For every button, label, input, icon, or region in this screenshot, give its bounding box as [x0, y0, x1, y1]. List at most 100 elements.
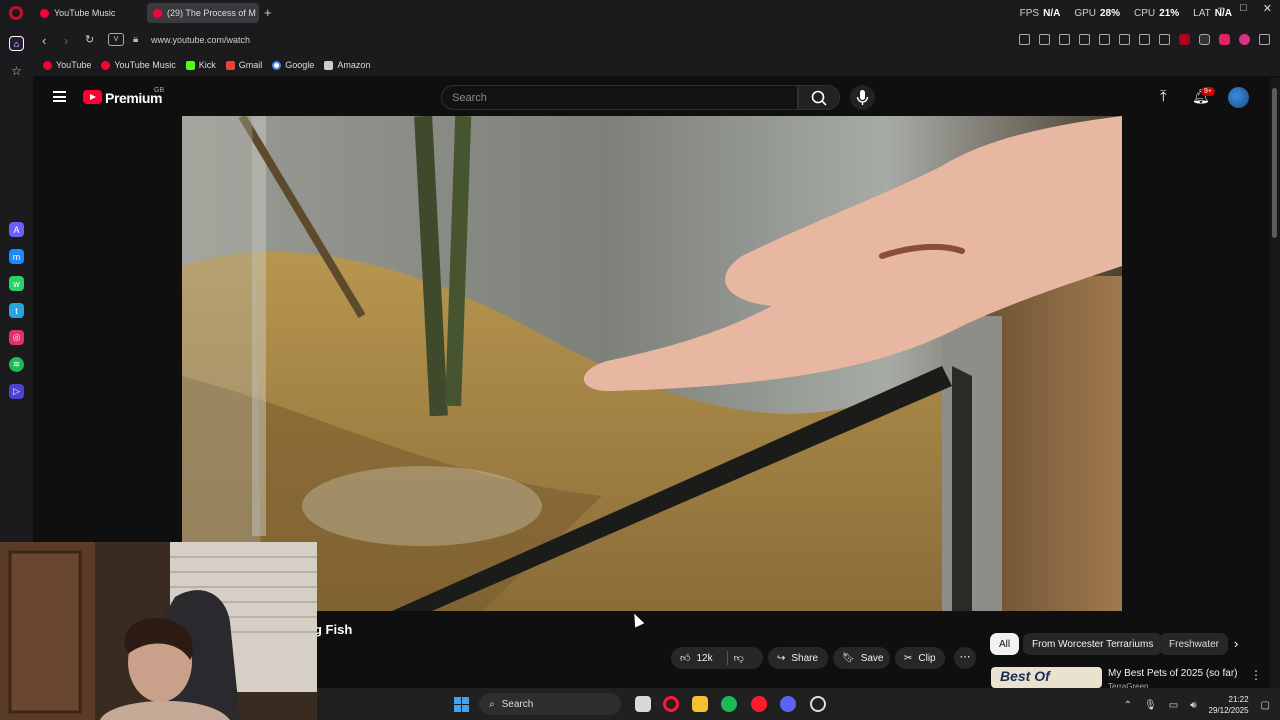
chip-from-worcester-terrariums[interactable]: From Worcester Terrariums — [1023, 633, 1163, 655]
discord-icon[interactable] — [780, 696, 796, 712]
forward-icon[interactable]: › — [64, 33, 68, 48]
gpu-readout: GPU 28% — [1074, 8, 1121, 19]
home-icon[interactable]: ⌂ — [9, 36, 24, 51]
bookmark-icon: 🔖︎ — [842, 652, 855, 664]
telegram-icon[interactable]: t — [9, 303, 24, 318]
opera-taskbar-icon[interactable] — [751, 696, 767, 712]
hamburger-menu-icon[interactable] — [53, 91, 66, 102]
whatsapp-icon[interactable]: w — [9, 276, 24, 291]
windows-start-icon[interactable] — [454, 697, 469, 712]
play-icon[interactable] — [1079, 34, 1090, 45]
network-icon[interactable]: ▭ — [1169, 700, 1178, 711]
clock-time: 21:22 — [1228, 695, 1249, 704]
clip-label: Clip — [918, 652, 936, 664]
more-actions-icon[interactable]: ⋯ — [954, 647, 976, 669]
thumbs-down-icon[interactable]: 👎︎ — [734, 652, 744, 664]
extension-red-icon[interactable] — [1179, 34, 1190, 45]
spotify-taskbar-icon[interactable] — [721, 696, 737, 712]
save-label: Save — [860, 652, 884, 664]
back-icon[interactable]: ‹ — [42, 33, 46, 48]
tray-chevron-icon[interactable]: ⌃ — [1124, 700, 1132, 711]
microphone-tray-icon[interactable]: 🎙︎ — [1144, 700, 1157, 711]
like-count[interactable]: 12k — [696, 653, 712, 664]
clock-date: 29/12/2025 — [1208, 706, 1249, 715]
window-controls: – □ ✕ — [1218, 2, 1272, 15]
search-box[interactable] — [441, 85, 798, 110]
close-icon[interactable]: ✕ — [1263, 2, 1272, 15]
bookmark-kick[interactable]: Kick — [185, 60, 216, 70]
youtube-bookmark-icon — [43, 60, 52, 70]
tab-active-video[interactable]: (29) The Process of M — [147, 3, 259, 23]
clock[interactable]: 21:22 29/12/2025 — [1209, 694, 1249, 716]
taskbar-search-label: Search — [501, 698, 534, 710]
volume-icon[interactable]: 🔊︎ — [1190, 700, 1196, 711]
youtube-logo-icon[interactable] — [83, 90, 102, 104]
region-code: GB — [154, 87, 165, 94]
camera-icon[interactable] — [1039, 34, 1050, 45]
recommendation-menu-icon[interactable]: ⋮ — [1250, 668, 1262, 682]
like-divider — [726, 651, 728, 665]
maximize-icon[interactable]: □ — [1240, 2, 1247, 15]
video-player[interactable] — [182, 116, 1122, 611]
player-icon[interactable]: ▷ — [9, 384, 24, 399]
opera-logo-icon[interactable] — [9, 6, 23, 20]
menu-lines-icon[interactable] — [1139, 34, 1150, 45]
tab-youtube-music[interactable]: YouTube Music — [34, 3, 142, 23]
bookmark-youtube-music[interactable]: YouTube Music — [101, 60, 176, 70]
bookmark-youtube[interactable]: YouTube — [43, 60, 91, 70]
chevron-right-icon[interactable]: › — [1234, 636, 1238, 651]
aria-ai-icon[interactable]: A — [9, 222, 24, 237]
extension-avatar-icon[interactable] — [1239, 34, 1250, 45]
bookmark-amazon[interactable]: Amazon — [324, 60, 370, 70]
share-button[interactable]: ↪ Share — [768, 647, 828, 669]
url-field[interactable]: www.youtube.com/watch — [151, 35, 250, 45]
heart-icon[interactable] — [1099, 34, 1110, 45]
minimize-icon[interactable]: – — [1218, 2, 1224, 15]
account-avatar[interactable] — [1228, 87, 1249, 108]
voice-search-button[interactable] — [850, 85, 875, 110]
bookmark-google[interactable]: Google — [272, 60, 314, 70]
youtube-favicon-icon — [153, 8, 162, 18]
messenger-icon[interactable]: m — [9, 249, 24, 264]
extension-pink-icon[interactable] — [1219, 34, 1230, 45]
account-icon[interactable] — [1159, 34, 1170, 45]
save-button[interactable]: 🔖︎ Save — [833, 647, 890, 669]
steam-icon[interactable] — [810, 696, 826, 712]
download-icon[interactable] — [1119, 34, 1130, 45]
bookmarks-bar: YouTube YouTube Music Kick Gmail Google … — [33, 54, 1280, 76]
opera-gx-taskbar-icon[interactable] — [663, 696, 679, 712]
search-input[interactable] — [442, 86, 797, 109]
youtube-masthead: Premium GB ⤒ 🔔︎ 9+ — [33, 78, 1270, 116]
extension-dark-icon[interactable] — [1199, 34, 1210, 45]
extensions-cube-icon[interactable] — [1259, 34, 1270, 45]
scrollbar-thumb[interactable] — [1272, 88, 1277, 238]
file-explorer-icon[interactable] — [692, 696, 708, 712]
system-tray: ⌃ 🎙︎ ▭ 🔊︎ 21:22 29/12/2025 ▢ — [1124, 694, 1270, 716]
reload-icon[interactable]: ↻ — [85, 33, 94, 46]
edit-icon[interactable] — [1019, 34, 1030, 45]
taskbar-search[interactable]: ⌕ Search — [479, 693, 621, 715]
create-upload-icon[interactable]: ⤒ — [1160, 88, 1167, 105]
spotify-icon[interactable]: ≋ — [9, 357, 24, 372]
shield-icon[interactable] — [1059, 34, 1070, 45]
page-scrollbar[interactable] — [1270, 78, 1280, 688]
scissors-icon: ✂ — [904, 652, 913, 664]
address-bar: ‹ › ↻ V 🔒︎ www.youtube.com/watch — [33, 28, 1280, 54]
bookmark-gmail[interactable]: Gmail — [225, 60, 262, 70]
vpn-badge[interactable]: V — [108, 33, 124, 46]
notifications-tray-icon[interactable]: ▢ — [1261, 700, 1270, 711]
recommended-video-title[interactable]: My Best Pets of 2025 (so far) — [1108, 668, 1238, 679]
task-view-icon[interactable] — [635, 696, 651, 712]
instagram-icon[interactable]: ◎ — [9, 330, 24, 345]
search-button[interactable] — [798, 85, 840, 110]
new-tab-plus-icon[interactable]: + — [264, 5, 272, 20]
chip-all[interactable]: All — [990, 633, 1020, 655]
lock-icon[interactable]: 🔒︎ — [133, 34, 138, 45]
chip-freshwater[interactable]: Freshwater — [1160, 633, 1228, 655]
pinboard-star-icon[interactable]: ☆ — [9, 63, 24, 78]
amazon-bookmark-icon — [324, 60, 334, 70]
youtube-music-favicon-icon — [40, 8, 49, 18]
clip-button[interactable]: ✂ Clip — [895, 647, 945, 669]
recommended-video-thumbnail[interactable]: Best Of — [991, 667, 1102, 688]
thumbs-up-icon[interactable]: 👍︎ — [680, 652, 690, 664]
